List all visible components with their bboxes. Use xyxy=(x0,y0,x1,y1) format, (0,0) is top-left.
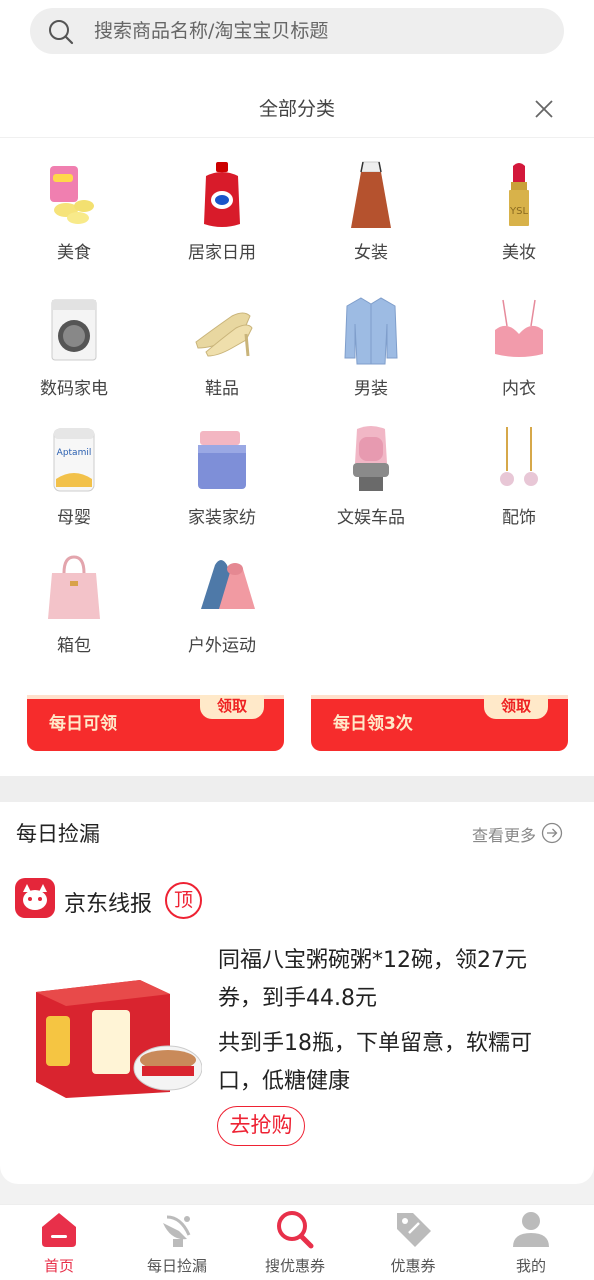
category-panel-title: 全部分类 xyxy=(258,98,335,120)
see-more-link[interactable]: 查看更多 xyxy=(472,822,536,846)
pinned-badge: 顶 xyxy=(165,882,202,919)
svg-text:YSL: YSL xyxy=(509,206,528,217)
radar-icon xyxy=(163,1215,191,1247)
category-item-car[interactable]: 文娱车品 xyxy=(297,415,445,535)
nav-item-home[interactable]: 首页 xyxy=(0,1205,118,1280)
section-title: 每日捡漏 xyxy=(16,822,100,846)
category-panel-header: 全部分类 xyxy=(0,84,594,138)
snack-icon xyxy=(50,166,94,224)
car-seat-icon xyxy=(353,426,389,491)
search-icon xyxy=(49,20,74,45)
category-label: 户外运动 xyxy=(188,636,256,656)
coupon-banner-1[interactable]: 每日可领 领取 xyxy=(27,695,284,751)
daily-section-header: 每日捡漏 查看更多 xyxy=(0,802,594,862)
jd-dog-logo-icon xyxy=(15,878,55,918)
coupon-subtitle: 每日可领 xyxy=(49,714,117,734)
search-bar: 搜索商品名称/淘宝宝贝标题 xyxy=(0,0,594,62)
search-placeholder: 搜索商品名称/淘宝宝贝标题 xyxy=(94,20,329,42)
deal-card[interactable]: 京东线报 顶 同福八宝粥碗粥*12碗，领27元券，到手44.8元 共到手18瓶，… xyxy=(0,862,594,1184)
coupon-tag-icon xyxy=(397,1213,431,1247)
coupon-subtitle: 每日领3次 xyxy=(333,714,413,734)
nav-item-search-coupons[interactable]: 搜优惠券 xyxy=(236,1205,354,1280)
nav-label: 首页 xyxy=(43,1257,74,1275)
category-label: 家装家纺 xyxy=(188,508,256,528)
category-label: 女装 xyxy=(354,243,388,263)
nav-label: 搜优惠券 xyxy=(264,1257,325,1275)
category-label: 鞋品 xyxy=(205,379,239,399)
search-coupon-icon xyxy=(277,1211,314,1249)
earrings-icon xyxy=(500,427,538,486)
category-label: 男装 xyxy=(354,379,388,399)
category-item-outdoor[interactable]: 户外运动 xyxy=(148,543,296,663)
category-label: 配饰 xyxy=(502,508,536,528)
product-description: 共到手18瓶，下单留意，软糯可口，低糖健康 xyxy=(218,1031,532,1094)
category-label: 母婴 xyxy=(57,508,91,528)
washing-machine-icon xyxy=(51,299,97,361)
handbag-icon xyxy=(48,555,100,619)
shirt-icon xyxy=(344,297,398,365)
nav-label: 优惠券 xyxy=(390,1257,436,1275)
product-title[interactable]: 同福八宝粥碗粥*12碗，领27元券，到手44.8元 xyxy=(218,942,568,1018)
user-icon xyxy=(513,1212,549,1247)
category-label: 箱包 xyxy=(57,636,91,656)
source-name: 京东线报 xyxy=(64,892,153,917)
bra-icon xyxy=(495,299,543,357)
coupon-banner-2[interactable]: 每日领3次 领取 xyxy=(311,695,568,751)
category-label: 文娱车品 xyxy=(337,508,405,528)
category-item-baby[interactable]: Aptamil 母婴 xyxy=(0,415,148,535)
yoga-mat-icon xyxy=(201,560,255,609)
category-item-accessories[interactable]: 配饰 xyxy=(445,415,593,535)
nav-item-coupons[interactable]: 优惠券 xyxy=(354,1205,472,1280)
category-item-bags[interactable]: 箱包 xyxy=(0,543,148,663)
category-label: 内衣 xyxy=(502,379,536,399)
grab-deal-button[interactable]: 去抢购 xyxy=(217,1106,305,1146)
heels-icon xyxy=(195,312,253,357)
category-item-household[interactable]: 居家日用 xyxy=(148,150,296,270)
category-label: 数码家电 xyxy=(40,379,108,399)
category-item-food[interactable]: 美食 xyxy=(0,150,148,270)
category-item-womens[interactable]: 女装 xyxy=(297,150,445,270)
dress-icon xyxy=(351,161,391,228)
category-item-digital[interactable]: 数码家电 xyxy=(0,286,148,406)
arrow-right-circle-icon[interactable] xyxy=(541,822,563,844)
category-item-makeup[interactable]: YSL 美妆 xyxy=(445,150,593,270)
lipstick-icon: YSL xyxy=(509,163,529,226)
claim-button[interactable]: 领取 xyxy=(200,695,264,719)
nav-label: 每日捡漏 xyxy=(146,1257,207,1275)
category-item-home-textile[interactable]: 家装家纺 xyxy=(148,415,296,535)
close-icon[interactable] xyxy=(533,98,555,120)
bottom-nav: 首页 每日捡漏 搜优惠券 优惠券 我的 xyxy=(0,1204,594,1280)
category-item-underwear[interactable]: 内衣 xyxy=(445,286,593,406)
category-item-mens[interactable]: 男装 xyxy=(297,286,445,406)
nav-item-daily[interactable]: 每日捡漏 xyxy=(118,1205,236,1280)
milk-powder-icon: Aptamil xyxy=(53,428,95,492)
svg-text:Aptamil: Aptamil xyxy=(57,448,92,458)
category-label: 美妆 xyxy=(502,243,536,263)
product-image xyxy=(36,980,202,1098)
claim-button[interactable]: 领取 xyxy=(484,695,548,719)
home-icon xyxy=(42,1213,76,1247)
nav-item-mine[interactable]: 我的 xyxy=(472,1205,590,1280)
bedding-icon xyxy=(198,431,246,489)
category-label: 美食 xyxy=(57,243,91,263)
search-input[interactable]: 搜索商品名称/淘宝宝贝标题 xyxy=(30,8,564,54)
category-label: 居家日用 xyxy=(188,243,256,263)
detergent-icon xyxy=(204,162,240,227)
category-item-shoes[interactable]: 鞋品 xyxy=(148,286,296,406)
section-divider xyxy=(0,776,594,802)
nav-label: 我的 xyxy=(515,1257,546,1275)
